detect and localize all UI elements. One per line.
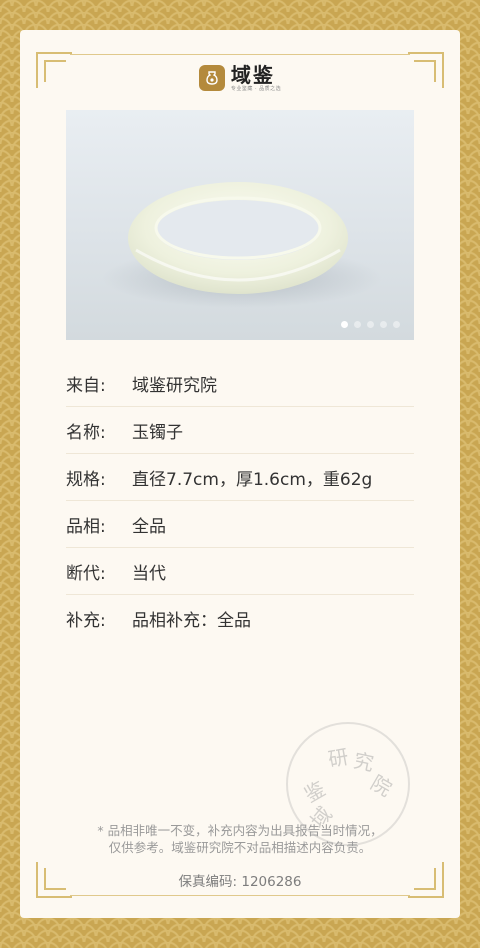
detail-label: 名称: — [66, 422, 106, 443]
detail-value: 当代 — [132, 563, 166, 584]
detail-label: 规格: — [66, 469, 106, 490]
detail-label: 品相: — [66, 516, 106, 537]
product-photo[interactable] — [66, 110, 414, 340]
carousel-indicator[interactable] — [341, 321, 400, 328]
serial-label: 保真编码: — [178, 874, 238, 890]
disclaimer-line: 仅供参考。域鉴研究院不对品相描述内容负责。 — [108, 840, 372, 855]
seal-char: 究 — [351, 748, 376, 776]
detail-list: 来自: 域鉴研究院 名称: 玉镯子 规格: 直径7.7cm，厚1.6cm，重62… — [66, 360, 414, 641]
carousel-dot[interactable] — [380, 321, 387, 328]
frame-line — [70, 895, 410, 896]
detail-label: 补充: — [66, 610, 106, 631]
serial-value: 1206286 — [241, 874, 302, 890]
carousel-dot[interactable] — [354, 321, 361, 328]
detail-row-source: 来自: 域鉴研究院 — [66, 360, 414, 407]
disclaimer-line: * 品相非唯一不变，补充内容为出具报告当时情况， — [97, 823, 383, 838]
detail-label: 来自: — [66, 375, 106, 396]
detail-row-condition: 品相: 全品 — [66, 501, 414, 548]
detail-value: 直径7.7cm，厚1.6cm，重62g — [132, 469, 373, 490]
jade-vase-icon — [198, 65, 225, 91]
detail-row-spec: 规格: 直径7.7cm，厚1.6cm，重62g — [66, 454, 414, 501]
carousel-dot[interactable] — [341, 321, 348, 328]
jade-bangle-icon — [102, 182, 382, 308]
carousel-dot[interactable] — [393, 321, 400, 328]
seal-char: 研 — [326, 744, 351, 772]
detail-value: 玉镯子 — [132, 422, 183, 443]
detail-value: 全品 — [132, 516, 166, 537]
detail-row-supplement: 补充: 品相补充：全品 — [66, 595, 414, 641]
frame-line — [70, 54, 410, 55]
carousel-dot[interactable] — [367, 321, 374, 328]
detail-value: 域鉴研究院 — [132, 375, 217, 396]
detail-row-dating: 断代: 当代 — [66, 548, 414, 595]
brand-tagline: 专业鉴藏 · 品质之选 — [230, 85, 282, 92]
detail-label: 断代: — [66, 563, 106, 584]
detail-value: 品相补充：全品 — [132, 610, 251, 631]
brand-header: 域鉴 专业鉴藏 · 品质之选 — [20, 62, 460, 94]
authenticity-code: 保真编码: 1206286 — [0, 870, 480, 890]
detail-row-name: 名称: 玉镯子 — [66, 407, 414, 454]
brand-name: 域鉴 — [230, 62, 275, 87]
disclaimer-text: * 品相非唯一不变，补充内容为出具报告当时情况， 仅供参考。域鉴研究院不对品相描… — [40, 822, 440, 856]
